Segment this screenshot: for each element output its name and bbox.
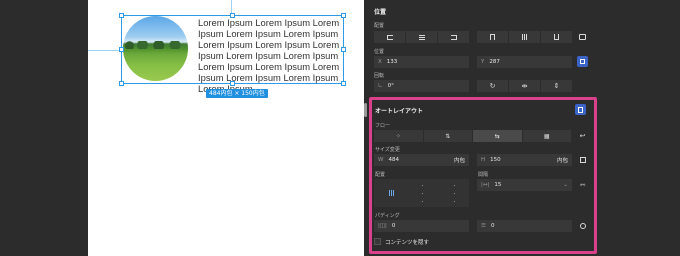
flip-horizontal-icon[interactable]: ⇹ xyxy=(509,80,540,92)
position-label: 位置 xyxy=(374,49,385,55)
resize-handle-bottom-left[interactable] xyxy=(119,81,124,86)
height-field-label: H xyxy=(481,157,486,163)
resize-handle-left[interactable] xyxy=(119,47,124,52)
height-field[interactable]: H 150 内包 xyxy=(477,154,572,166)
align-left-icon[interactable] xyxy=(374,31,405,43)
padding-individual-icon[interactable] xyxy=(577,220,588,231)
vertical-align-group xyxy=(477,31,572,43)
resize-handle-bottom[interactable] xyxy=(230,81,235,86)
gap-icon: |↔| xyxy=(481,182,490,188)
alignment-grid[interactable] xyxy=(374,179,469,207)
y-field-value: 287 xyxy=(489,59,500,65)
gap-value: 15 xyxy=(494,182,502,188)
padding-horizontal-value: 0 xyxy=(391,223,396,229)
flow-vertical-icon[interactable]: ⇅ xyxy=(423,130,472,142)
padding-horizontal-field[interactable]: |◫| 0 xyxy=(374,220,469,232)
resize-handle-right[interactable] xyxy=(341,47,346,52)
padding-horizontal-icon: |◫| xyxy=(378,223,387,229)
flow-horizontal-icon[interactable]: ⇆ xyxy=(473,130,522,142)
selection-frame[interactable] xyxy=(121,15,344,84)
resize-handle-top-left[interactable] xyxy=(119,13,124,18)
rotation-value: 0° xyxy=(387,83,394,89)
constraints-icon[interactable] xyxy=(577,56,588,67)
align-center-h-icon[interactable] xyxy=(406,31,437,43)
align-top-icon[interactable] xyxy=(477,31,508,43)
flow-grid-icon[interactable]: ▦ xyxy=(522,130,571,142)
align-right-icon[interactable] xyxy=(438,31,469,43)
alignment-active-icon xyxy=(389,190,390,196)
resize-handle-top-right[interactable] xyxy=(341,13,346,18)
flow-none-icon[interactable]: ⁘ xyxy=(374,130,423,142)
align-bottom-icon[interactable] xyxy=(541,31,572,43)
rotation-label: 回転 xyxy=(374,73,385,79)
autolayout-icon[interactable] xyxy=(575,104,586,115)
rotation-field[interactable]: ∟ 0° xyxy=(374,80,469,92)
y-position-field[interactable]: Y 287 xyxy=(477,56,572,68)
flow-direction-group: ⁘ ⇅ ⇆ ▦ xyxy=(374,130,571,142)
padding-label: パディング xyxy=(375,213,400,219)
size-badge: 484内包 × 150内包 xyxy=(206,89,268,98)
clip-content-label: コンテンツを隠す xyxy=(385,240,430,246)
padding-vertical-icon: ☰ xyxy=(481,223,486,229)
x-field-label: X xyxy=(378,59,382,65)
gap-settings-icon[interactable]: ⇿ xyxy=(577,179,588,190)
workspace-outside-left xyxy=(0,0,88,256)
flip-rotate-icon[interactable]: ↻ xyxy=(477,80,508,92)
x-position-field[interactable]: X 133 xyxy=(374,56,469,68)
width-field[interactable]: W 484 内包 xyxy=(374,154,469,166)
height-field-value: 150 xyxy=(490,157,501,163)
height-mode[interactable]: 内包 xyxy=(557,156,568,164)
resize-label: サイズ変更 xyxy=(375,147,400,153)
padding-vertical-field[interactable]: ☰ 0 xyxy=(477,220,572,232)
chevron-down-icon[interactable]: ⌄ xyxy=(563,182,568,188)
resize-handle-top[interactable] xyxy=(230,13,235,18)
width-field-label: W xyxy=(378,157,384,163)
horizontal-align-group xyxy=(374,31,469,43)
autolayout-title: オートレイアウト xyxy=(375,108,424,115)
y-field-label: Y xyxy=(481,59,485,65)
wrap-icon[interactable]: ↩ xyxy=(577,130,588,141)
alignment-label: 配置 xyxy=(374,23,385,29)
resize-icon[interactable] xyxy=(577,154,588,165)
canvas-scrollbar[interactable] xyxy=(364,103,367,117)
width-field-value: 484 xyxy=(388,157,399,163)
rotation-angle-icon: ∟ xyxy=(378,83,383,89)
gap-field[interactable]: |↔| 15 ⌄ xyxy=(477,179,572,191)
flow-label: フロー xyxy=(375,123,391,129)
gap-label: 間隔 xyxy=(478,172,489,178)
distribute-icon[interactable] xyxy=(577,31,588,42)
design-canvas[interactable]: Lorem Ipsum Lorem Ipsum Lorem Ipsum Lore… xyxy=(88,0,364,256)
position-section-title: 位置 xyxy=(374,9,387,16)
align-center-v-icon[interactable] xyxy=(509,31,540,43)
x-field-value: 133 xyxy=(386,59,398,65)
flip-group: ↻ ⇹ ⇕ xyxy=(477,80,572,92)
workspace-outside-right xyxy=(600,0,680,256)
resize-handle-bottom-right[interactable] xyxy=(341,81,346,86)
width-mode[interactable]: 内包 xyxy=(454,156,465,164)
autolayout-alignment-label: 配置 xyxy=(375,172,386,178)
clip-content-checkbox[interactable] xyxy=(374,238,381,245)
padding-vertical-value: 0 xyxy=(490,223,495,229)
flip-vertical-icon[interactable]: ⇕ xyxy=(541,80,572,92)
